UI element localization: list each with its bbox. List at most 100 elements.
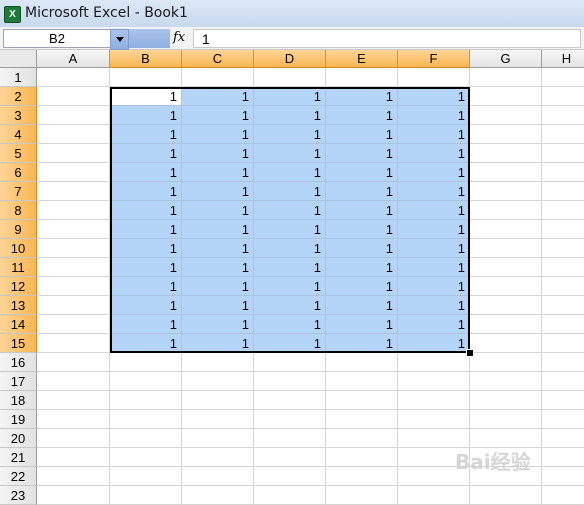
cell-d10[interactable]: 1 bbox=[254, 239, 326, 258]
cell-d1[interactable] bbox=[254, 68, 326, 87]
row-header-19[interactable]: 19 bbox=[0, 410, 37, 429]
cell-f7[interactable]: 1 bbox=[398, 182, 470, 201]
cell-a18[interactable] bbox=[37, 391, 110, 410]
row-header-13[interactable]: 13 bbox=[0, 296, 37, 315]
cell-f2[interactable]: 1 bbox=[398, 87, 470, 106]
cell-f14[interactable]: 1 bbox=[398, 315, 470, 334]
cell-b10[interactable]: 1 bbox=[110, 239, 182, 258]
cell-d9[interactable]: 1 bbox=[254, 220, 326, 239]
column-header-e[interactable]: E bbox=[326, 50, 398, 68]
cell-a6[interactable] bbox=[37, 163, 110, 182]
cell-e16[interactable] bbox=[326, 353, 398, 372]
cell-d15[interactable]: 1 bbox=[254, 334, 326, 353]
cell-a2[interactable] bbox=[37, 87, 110, 106]
cell-b15[interactable]: 1 bbox=[110, 334, 182, 353]
cell-a1[interactable] bbox=[37, 68, 110, 87]
cell-g13[interactable] bbox=[470, 296, 542, 315]
cell-d14[interactable]: 1 bbox=[254, 315, 326, 334]
cell-d2[interactable]: 1 bbox=[254, 87, 326, 106]
cell-g6[interactable] bbox=[470, 163, 542, 182]
fill-handle[interactable] bbox=[466, 349, 474, 357]
cell-e18[interactable] bbox=[326, 391, 398, 410]
cell-f23[interactable] bbox=[398, 486, 470, 505]
cell-a23[interactable] bbox=[37, 486, 110, 505]
cell-h7[interactable] bbox=[542, 182, 584, 201]
cell-f5[interactable]: 1 bbox=[398, 144, 470, 163]
cell-d4[interactable]: 1 bbox=[254, 125, 326, 144]
cell-f9[interactable]: 1 bbox=[398, 220, 470, 239]
column-header-a[interactable]: A bbox=[37, 50, 110, 68]
cell-a22[interactable] bbox=[37, 467, 110, 486]
cell-d17[interactable] bbox=[254, 372, 326, 391]
cell-f16[interactable] bbox=[398, 353, 470, 372]
cell-e11[interactable]: 1 bbox=[326, 258, 398, 277]
cell-b11[interactable]: 1 bbox=[110, 258, 182, 277]
cell-e23[interactable] bbox=[326, 486, 398, 505]
cell-e12[interactable]: 1 bbox=[326, 277, 398, 296]
cell-d20[interactable] bbox=[254, 429, 326, 448]
cell-h12[interactable] bbox=[542, 277, 584, 296]
cell-g7[interactable] bbox=[470, 182, 542, 201]
cell-e1[interactable] bbox=[326, 68, 398, 87]
cell-a5[interactable] bbox=[37, 144, 110, 163]
cell-d16[interactable] bbox=[254, 353, 326, 372]
cell-g17[interactable] bbox=[470, 372, 542, 391]
cell-f18[interactable] bbox=[398, 391, 470, 410]
cell-c20[interactable] bbox=[182, 429, 254, 448]
cell-e2[interactable]: 1 bbox=[326, 87, 398, 106]
row-header-21[interactable]: 21 bbox=[0, 448, 37, 467]
cell-h23[interactable] bbox=[542, 486, 584, 505]
cell-g3[interactable] bbox=[470, 106, 542, 125]
cell-g1[interactable] bbox=[470, 68, 542, 87]
cell-c6[interactable]: 1 bbox=[182, 163, 254, 182]
cell-d12[interactable]: 1 bbox=[254, 277, 326, 296]
cell-c13[interactable]: 1 bbox=[182, 296, 254, 315]
cell-c22[interactable] bbox=[182, 467, 254, 486]
row-header-6[interactable]: 6 bbox=[0, 163, 37, 182]
cell-b8[interactable]: 1 bbox=[110, 201, 182, 220]
cell-a15[interactable] bbox=[37, 334, 110, 353]
cell-c16[interactable] bbox=[182, 353, 254, 372]
cell-a19[interactable] bbox=[37, 410, 110, 429]
row-header-8[interactable]: 8 bbox=[0, 201, 37, 220]
cell-a10[interactable] bbox=[37, 239, 110, 258]
cell-e5[interactable]: 1 bbox=[326, 144, 398, 163]
cell-b12[interactable]: 1 bbox=[110, 277, 182, 296]
cell-h13[interactable] bbox=[542, 296, 584, 315]
cell-g2[interactable] bbox=[470, 87, 542, 106]
name-box-dropdown-button[interactable] bbox=[110, 29, 129, 50]
cell-d11[interactable]: 1 bbox=[254, 258, 326, 277]
column-header-f[interactable]: F bbox=[398, 50, 470, 68]
cell-e19[interactable] bbox=[326, 410, 398, 429]
cell-g4[interactable] bbox=[470, 125, 542, 144]
function-icon[interactable]: fx bbox=[173, 29, 191, 47]
cell-h19[interactable] bbox=[542, 410, 584, 429]
column-header-d[interactable]: D bbox=[254, 50, 326, 68]
cell-f4[interactable]: 1 bbox=[398, 125, 470, 144]
cell-a16[interactable] bbox=[37, 353, 110, 372]
cell-a7[interactable] bbox=[37, 182, 110, 201]
cell-e15[interactable]: 1 bbox=[326, 334, 398, 353]
cell-g18[interactable] bbox=[470, 391, 542, 410]
cell-g8[interactable] bbox=[470, 201, 542, 220]
cell-e7[interactable]: 1 bbox=[326, 182, 398, 201]
column-header-g[interactable]: G bbox=[470, 50, 542, 68]
cell-f19[interactable] bbox=[398, 410, 470, 429]
cell-b13[interactable]: 1 bbox=[110, 296, 182, 315]
cell-d18[interactable] bbox=[254, 391, 326, 410]
cell-e20[interactable] bbox=[326, 429, 398, 448]
cell-b5[interactable]: 1 bbox=[110, 144, 182, 163]
cell-b14[interactable]: 1 bbox=[110, 315, 182, 334]
cell-d13[interactable]: 1 bbox=[254, 296, 326, 315]
cell-b23[interactable] bbox=[110, 486, 182, 505]
cell-e9[interactable]: 1 bbox=[326, 220, 398, 239]
cell-a20[interactable] bbox=[37, 429, 110, 448]
cell-g12[interactable] bbox=[470, 277, 542, 296]
cell-b18[interactable] bbox=[110, 391, 182, 410]
cell-h10[interactable] bbox=[542, 239, 584, 258]
cell-a21[interactable] bbox=[37, 448, 110, 467]
cell-b17[interactable] bbox=[110, 372, 182, 391]
row-header-2[interactable]: 2 bbox=[0, 87, 37, 106]
cell-d8[interactable]: 1 bbox=[254, 201, 326, 220]
formula-input[interactable]: 1 bbox=[193, 29, 581, 48]
